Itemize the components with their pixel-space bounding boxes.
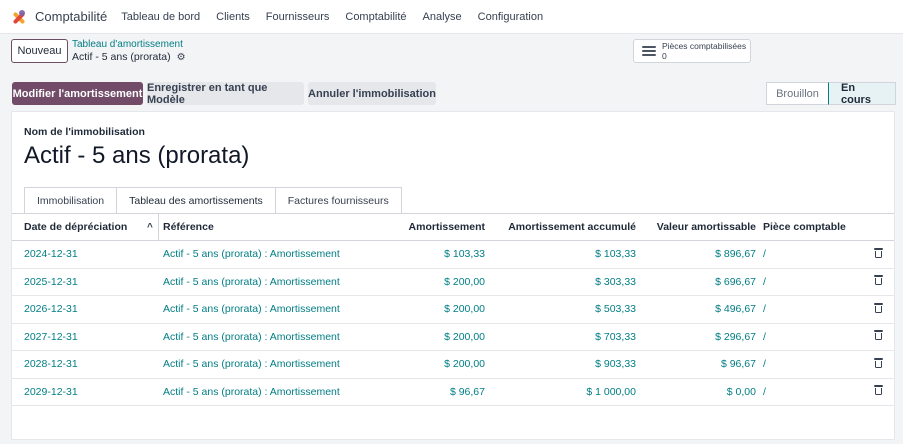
- list-icon: [642, 46, 656, 56]
- cell-journal-entry[interactable]: /: [763, 331, 766, 343]
- notebook-tabs: Immobilisation Tableau des amortissement…: [24, 187, 402, 213]
- cell-date[interactable]: 2025-12-31: [24, 276, 78, 288]
- trash-icon[interactable]: [874, 247, 883, 261]
- trash-icon[interactable]: [874, 302, 883, 316]
- cell-cumulative[interactable]: $ 503,33: [595, 303, 636, 315]
- sort-ascending-icon[interactable]: ^: [147, 222, 153, 233]
- header-depreciable-value[interactable]: Valeur amortissable: [657, 221, 756, 233]
- cell-journal-entry[interactable]: /: [763, 386, 766, 398]
- header-date[interactable]: Date de dépréciation: [24, 221, 127, 233]
- stage-draft[interactable]: Brouillon: [766, 82, 828, 105]
- cell-journal-entry[interactable]: /: [763, 276, 766, 288]
- cell-depreciation[interactable]: $ 96,67: [450, 386, 485, 398]
- asset-name-label: Nom de l'immobilisation: [24, 126, 145, 138]
- status-bar: Brouillon En cours: [766, 82, 896, 106]
- save-as-template-button[interactable]: Enregistrer en tant que Modèle: [147, 82, 304, 106]
- table-row[interactable]: 2027-12-31 Actif - 5 ans (prorata) : Amo…: [12, 324, 894, 351]
- cell-depreciable-value[interactable]: $ 96,67: [721, 358, 756, 370]
- cell-date[interactable]: 2026-12-31: [24, 303, 78, 315]
- stage-running[interactable]: En cours: [828, 82, 896, 106]
- gear-icon[interactable]: ⚙: [177, 52, 186, 63]
- cell-cumulative[interactable]: $ 1 000,00: [586, 386, 636, 398]
- cell-journal-entry[interactable]: /: [763, 248, 766, 260]
- top-navbar: Comptabilité Tableau de bord Clients Fou…: [0, 0, 903, 34]
- trash-icon[interactable]: [874, 330, 883, 343]
- smart-button-label: Pièces comptabilisées: [662, 41, 747, 51]
- table-row[interactable]: 2029-12-31 Actif - 5 ans (prorata) : Amo…: [12, 379, 894, 406]
- table-row[interactable]: 2025-12-31 Actif - 5 ans (prorata) : Amo…: [12, 269, 894, 296]
- menu-configuration[interactable]: Configuration: [478, 11, 543, 23]
- app-title[interactable]: Comptabilité: [35, 9, 107, 24]
- cell-reference[interactable]: Actif - 5 ans (prorata) : Amortissement: [163, 358, 340, 370]
- cell-reference[interactable]: Actif - 5 ans (prorata) : Amortissement: [163, 248, 340, 260]
- asset-name-field[interactable]: Actif - 5 ans (prorata): [24, 142, 249, 170]
- cell-cumulative[interactable]: $ 103,33: [595, 248, 636, 260]
- cell-depreciable-value[interactable]: $ 496,67: [715, 303, 756, 315]
- table-row[interactable]: 2026-12-31 Actif - 5 ans (prorata) : Amo…: [12, 296, 894, 324]
- cell-depreciable-value[interactable]: $ 696,67: [715, 276, 756, 288]
- cancel-asset-button[interactable]: Annuler l'immobilisation: [308, 82, 436, 105]
- posted-entries-smart-button[interactable]: Pièces comptabilisées 0: [633, 39, 751, 63]
- depreciation-table: Date de dépréciation ^ Référence Amortis…: [12, 213, 894, 406]
- form-sheet: Nom de l'immobilisation Actif - 5 ans (p…: [11, 111, 895, 440]
- trash-icon[interactable]: [874, 385, 883, 398]
- cell-depreciable-value[interactable]: $ 0,00: [727, 386, 756, 398]
- record-title-row: Actif - 5 ans (prorata) ⚙: [72, 51, 186, 63]
- cell-depreciation[interactable]: $ 103,33: [444, 248, 485, 260]
- cell-reference[interactable]: Actif - 5 ans (prorata) : Amortissement: [163, 276, 340, 288]
- accounting-app-icon[interactable]: [11, 9, 27, 25]
- smart-button-count: 0: [662, 51, 667, 61]
- trash-icon[interactable]: [874, 275, 883, 288]
- header-reference[interactable]: Référence: [163, 221, 214, 233]
- cell-journal-entry[interactable]: /: [763, 303, 766, 315]
- table-row[interactable]: 2028-12-31 Actif - 5 ans (prorata) : Amo…: [12, 351, 894, 379]
- table-row[interactable]: 2024-12-31 Actif - 5 ans (prorata) : Amo…: [12, 241, 894, 269]
- table-header: Date de dépréciation ^ Référence Amortis…: [12, 214, 894, 241]
- cell-date[interactable]: 2027-12-31: [24, 331, 78, 343]
- cell-depreciable-value[interactable]: $ 296,67: [715, 331, 756, 343]
- breadcrumb[interactable]: Tableau d'amortissement: [72, 39, 183, 50]
- cell-date[interactable]: 2029-12-31: [24, 386, 78, 398]
- cell-journal-entry[interactable]: /: [763, 358, 766, 370]
- cell-depreciation[interactable]: $ 200,00: [444, 303, 485, 315]
- header-cumulative[interactable]: Amortissement accumulé: [508, 221, 636, 233]
- menu-customers[interactable]: Clients: [216, 11, 250, 23]
- cell-depreciable-value[interactable]: $ 896,67: [715, 248, 756, 260]
- cell-reference[interactable]: Actif - 5 ans (prorata) : Amortissement: [163, 303, 340, 315]
- header-journal-entry[interactable]: Pièce comptable: [763, 221, 846, 233]
- cell-reference[interactable]: Actif - 5 ans (prorata) : Amortissement: [163, 331, 340, 343]
- menu-accounting[interactable]: Comptabilité: [345, 11, 406, 23]
- modify-depreciation-button[interactable]: Modifier l'amortissement: [12, 82, 143, 105]
- menu-reporting[interactable]: Analyse: [423, 11, 462, 23]
- cell-depreciation[interactable]: $ 200,00: [444, 276, 485, 288]
- cell-depreciation[interactable]: $ 200,00: [444, 358, 485, 370]
- record-title: Actif - 5 ans (prorata): [72, 51, 171, 63]
- tab-vendor-bills[interactable]: Factures fournisseurs: [274, 187, 402, 213]
- cell-date[interactable]: 2024-12-31: [24, 248, 78, 260]
- cell-date[interactable]: 2028-12-31: [24, 358, 78, 370]
- header-depreciation[interactable]: Amortissement: [409, 221, 485, 233]
- cell-reference[interactable]: Actif - 5 ans (prorata) : Amortissement: [163, 386, 340, 398]
- column-resize-handle[interactable]: [158, 214, 159, 241]
- tab-depreciation-board[interactable]: Tableau des amortissements: [116, 187, 276, 213]
- menu-vendors[interactable]: Fournisseurs: [266, 11, 330, 23]
- new-button[interactable]: Nouveau: [11, 39, 68, 63]
- cell-cumulative[interactable]: $ 703,33: [595, 331, 636, 343]
- tab-asset[interactable]: Immobilisation: [24, 187, 118, 213]
- trash-icon[interactable]: [874, 357, 883, 371]
- cell-cumulative[interactable]: $ 903,33: [595, 358, 636, 370]
- menu-dashboard[interactable]: Tableau de bord: [121, 11, 200, 23]
- cell-cumulative[interactable]: $ 303,33: [595, 276, 636, 288]
- cell-depreciation[interactable]: $ 200,00: [444, 331, 485, 343]
